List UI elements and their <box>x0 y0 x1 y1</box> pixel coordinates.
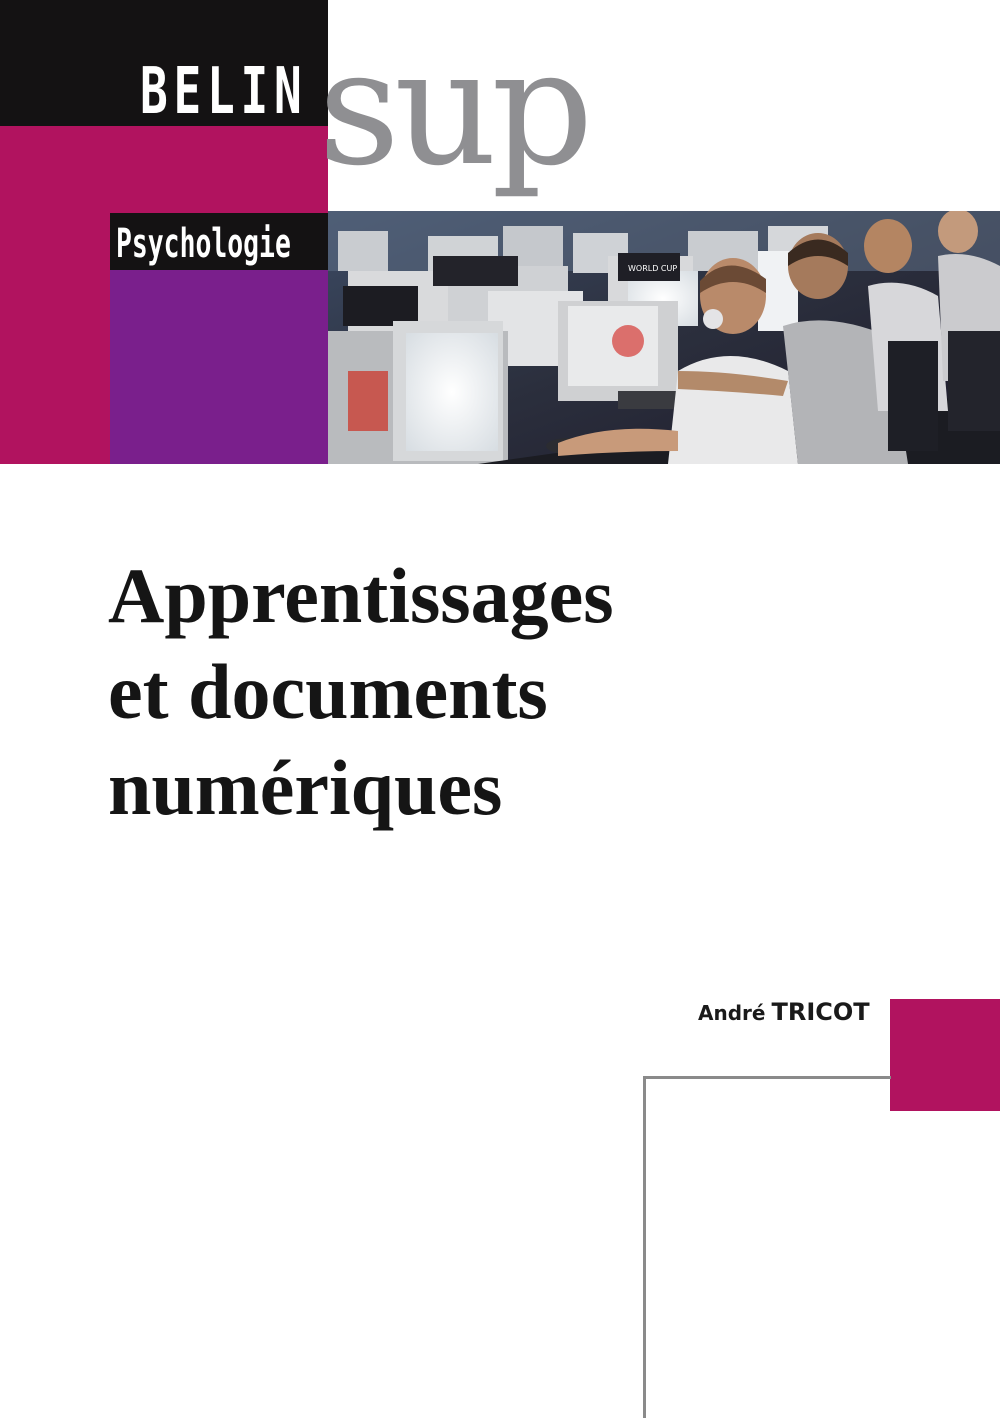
decorative-line-vertical <box>643 1076 646 1418</box>
cover-photo: WORLD CUP <box>328 211 1000 464</box>
title-line-1: Apprentissages <box>108 552 614 639</box>
collection-label: Psychologie <box>116 221 291 267</box>
author-last-name: TRICOT <box>771 998 870 1026</box>
publisher-logo-belin: BELIN <box>140 55 308 129</box>
purple-color-block <box>110 270 328 464</box>
publisher-logo-sup: sup <box>318 14 594 201</box>
title-line-3: numériques <box>108 744 503 831</box>
magenta-corner-square <box>890 999 1000 1111</box>
author-name: André TRICOT <box>698 998 870 1026</box>
title-line-2: et documents <box>108 648 548 735</box>
monitor-sign: WORLD CUP <box>628 264 677 273</box>
book-title: Apprentissages et documents numériques <box>108 548 614 836</box>
author-first-name: André <box>698 1001 766 1025</box>
computer-lab-photo-icon: WORLD CUP <box>328 211 1000 464</box>
decorative-line-horizontal <box>643 1076 891 1079</box>
